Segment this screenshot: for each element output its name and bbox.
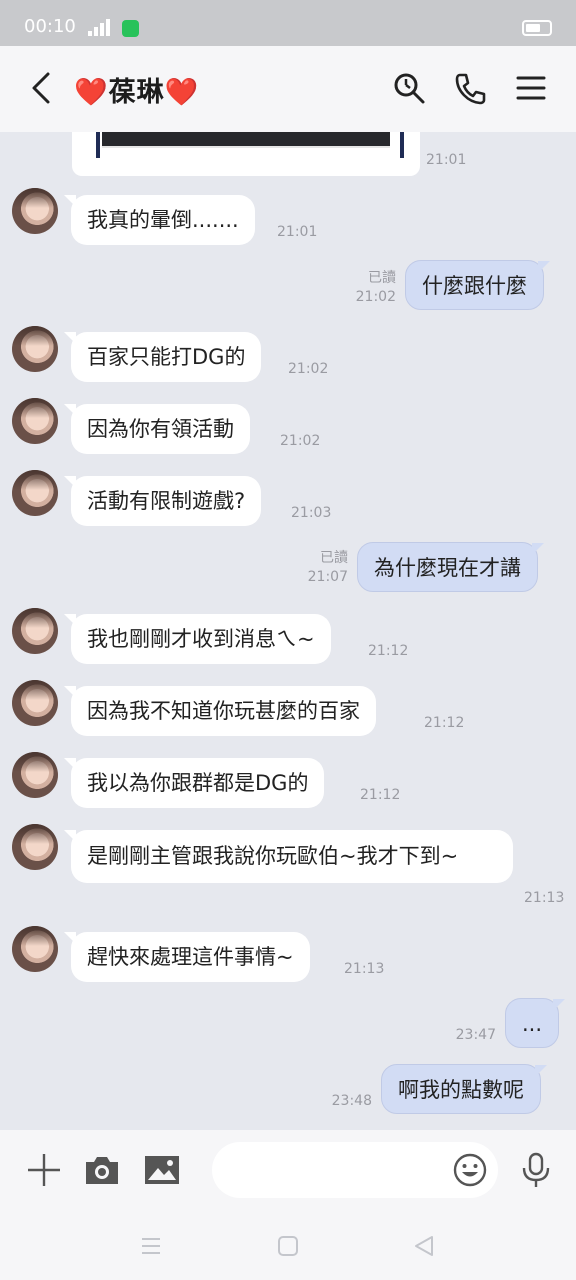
status-time: 00:10 bbox=[24, 16, 76, 37]
message-time: 23:48 bbox=[331, 1093, 372, 1109]
avatar[interactable] bbox=[12, 398, 58, 444]
message-bubble-incoming[interactable]: 活動有限制遊戲? bbox=[63, 476, 262, 526]
message-time: 21:01 bbox=[277, 224, 318, 240]
avatar[interactable] bbox=[12, 752, 58, 798]
read-receipt: 已讀 bbox=[320, 550, 348, 566]
image-thumbnail[interactable] bbox=[96, 132, 404, 158]
avatar[interactable] bbox=[12, 926, 58, 972]
read-receipt: 已讀 bbox=[368, 270, 396, 286]
message-input-bar bbox=[0, 1130, 576, 1212]
app-notification-icon bbox=[122, 20, 139, 37]
message-time: 21:02 bbox=[288, 361, 329, 377]
message-time: 21:03 bbox=[291, 505, 332, 521]
message-input[interactable] bbox=[232, 1152, 442, 1188]
search-icon[interactable] bbox=[391, 70, 427, 106]
message-input-field[interactable] bbox=[212, 1142, 498, 1198]
message-bubble-incoming[interactable]: 我以為你跟群都是DG的 bbox=[63, 758, 325, 808]
chat-header: ❤️葆琳❤️ bbox=[0, 46, 576, 132]
message-time: 21:12 bbox=[424, 715, 465, 731]
back-arrow-icon[interactable] bbox=[26, 70, 58, 106]
avatar[interactable] bbox=[12, 680, 58, 726]
message-bubble-incoming[interactable]: 是剛剛主管跟我說你玩歐伯~我才下到~ bbox=[64, 830, 513, 883]
camera-icon[interactable] bbox=[82, 1150, 122, 1190]
avatar[interactable] bbox=[12, 824, 58, 870]
message-bubble-incoming[interactable]: 我真的暈倒....... bbox=[64, 195, 255, 245]
message-bubble-incoming[interactable]: 我也剛剛才收到消息ㄟ~ bbox=[64, 614, 331, 664]
message-time: 21:02 bbox=[280, 433, 321, 449]
message-time: 21:13 bbox=[524, 890, 565, 906]
message-bubble-outgoing[interactable]: 為什麼現在才講 bbox=[357, 542, 544, 592]
message-time: 21:07 bbox=[307, 569, 348, 585]
system-navigation-bar bbox=[0, 1212, 576, 1280]
message-time: 21:01 bbox=[426, 152, 467, 168]
image-message[interactable] bbox=[72, 132, 420, 176]
chat-messages[interactable]: 21:01 我真的暈倒....... 21:01 已讀 21:02 什麼跟什麼 … bbox=[0, 132, 576, 1130]
microphone-icon[interactable] bbox=[516, 1150, 556, 1190]
plus-icon[interactable] bbox=[24, 1150, 64, 1190]
message-time: 21:12 bbox=[368, 643, 409, 659]
message-bubble-outgoing[interactable]: ... bbox=[505, 998, 566, 1048]
message-bubble-outgoing[interactable]: 啊我的點數呢 bbox=[381, 1064, 547, 1114]
battery-icon bbox=[522, 20, 552, 36]
emoji-icon[interactable] bbox=[452, 1152, 488, 1188]
home-icon[interactable] bbox=[276, 1234, 300, 1258]
image-icon[interactable] bbox=[142, 1150, 182, 1190]
status-bar: 00:10 bbox=[0, 0, 576, 46]
signal-icon bbox=[88, 18, 114, 36]
message-time: 21:13 bbox=[344, 961, 385, 977]
message-bubble-incoming[interactable]: 百家只能打DG的 bbox=[63, 332, 262, 382]
chat-title: ❤️葆琳❤️ bbox=[74, 77, 200, 108]
message-time: 21:02 bbox=[355, 289, 396, 305]
message-bubble-outgoing[interactable]: 什麼跟什麼 bbox=[405, 260, 550, 310]
message-time: 23:47 bbox=[455, 1027, 496, 1043]
avatar[interactable] bbox=[12, 608, 58, 654]
avatar[interactable] bbox=[12, 326, 58, 372]
message-bubble-incoming[interactable]: 因為你有領活動 bbox=[64, 404, 250, 454]
avatar[interactable] bbox=[12, 188, 58, 234]
message-time: 21:12 bbox=[360, 787, 401, 803]
back-icon[interactable] bbox=[412, 1234, 436, 1258]
message-bubble-incoming[interactable]: 趕快來處理這件事情~ bbox=[64, 932, 310, 982]
recent-apps-icon[interactable] bbox=[139, 1234, 163, 1258]
phone-icon[interactable] bbox=[453, 70, 489, 106]
avatar[interactable] bbox=[12, 470, 58, 516]
menu-icon[interactable] bbox=[513, 70, 549, 106]
message-bubble-incoming[interactable]: 因為我不知道你玩甚麼的百家 bbox=[64, 686, 376, 736]
